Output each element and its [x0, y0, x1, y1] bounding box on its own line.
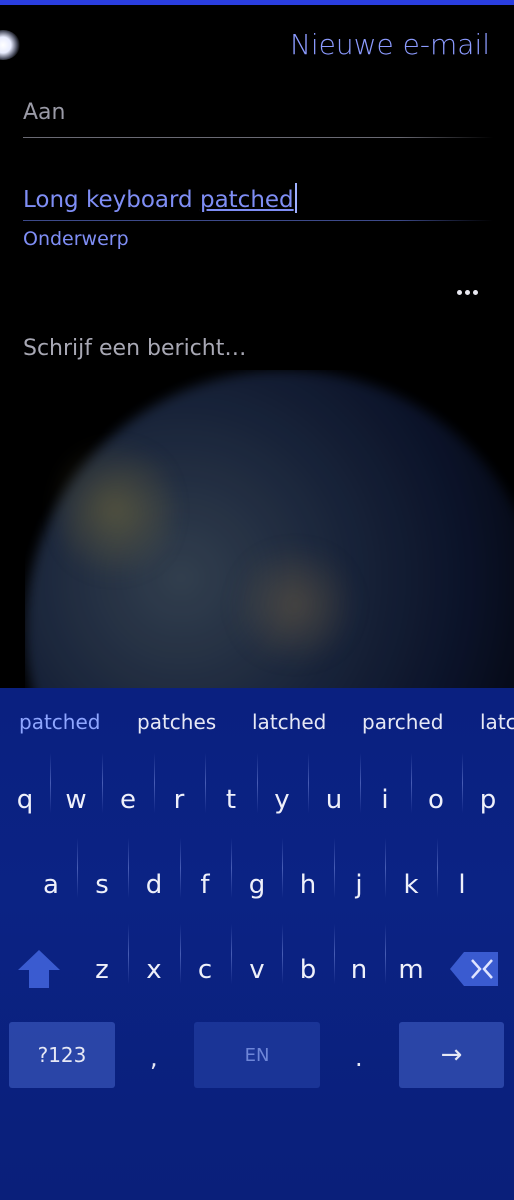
- key-n[interactable]: n: [339, 955, 379, 985]
- key-x[interactable]: x: [134, 955, 174, 985]
- key-p[interactable]: p: [468, 785, 508, 815]
- key-d[interactable]: d: [134, 870, 174, 900]
- key-g[interactable]: g: [237, 870, 277, 900]
- more-options-icon[interactable]: [455, 282, 481, 302]
- subject-field[interactable]: Long keyboard patched: [23, 183, 297, 213]
- key-j[interactable]: j: [339, 870, 379, 900]
- key-v[interactable]: v: [237, 955, 277, 985]
- virtual-keyboard: patched patches latched parched latc q w…: [0, 688, 514, 1200]
- key-i[interactable]: i: [365, 785, 405, 815]
- comma-key[interactable]: ,: [150, 1044, 158, 1072]
- subject-prefix: Long keyboard: [23, 187, 200, 213]
- subject-field-underline: [23, 220, 493, 221]
- key-h[interactable]: h: [288, 870, 328, 900]
- key-s[interactable]: s: [82, 870, 122, 900]
- message-body-field[interactable]: Schrijf een bericht…: [23, 336, 246, 361]
- key-b[interactable]: b: [288, 955, 328, 985]
- key-a[interactable]: a: [31, 870, 71, 900]
- page-title: Nieuwe e-mail: [289, 28, 490, 61]
- period-key[interactable]: .: [355, 1044, 363, 1072]
- space-key[interactable]: EN: [194, 1022, 320, 1088]
- text-cursor: [294, 183, 297, 213]
- status-bar-accent: [0, 0, 514, 5]
- symbols-key[interactable]: ?123: [9, 1022, 115, 1088]
- key-y[interactable]: y: [262, 785, 302, 815]
- suggestion-4[interactable]: parched: [362, 710, 443, 734]
- suggestion-bar: patched patches latched parched latc: [0, 688, 514, 756]
- key-q[interactable]: q: [5, 785, 45, 815]
- suggestion-5[interactable]: latc: [480, 710, 514, 734]
- key-t[interactable]: t: [211, 785, 251, 815]
- key-u[interactable]: u: [314, 785, 354, 815]
- to-field-underline: [23, 137, 493, 138]
- key-r[interactable]: r: [159, 785, 199, 815]
- suggestion-3[interactable]: latched: [252, 710, 326, 734]
- pulley-indicator-icon: [0, 30, 20, 60]
- backspace-key-icon[interactable]: [448, 950, 500, 988]
- to-field[interactable]: Aan: [23, 100, 65, 125]
- subject-label: Onderwerp: [23, 228, 129, 250]
- key-m[interactable]: m: [391, 955, 431, 985]
- suggestion-2[interactable]: patches: [137, 710, 216, 734]
- key-o[interactable]: o: [416, 785, 456, 815]
- key-l[interactable]: l: [442, 870, 482, 900]
- key-w[interactable]: w: [56, 785, 96, 815]
- key-f[interactable]: f: [185, 870, 225, 900]
- shift-key-icon[interactable]: [16, 948, 62, 990]
- key-e[interactable]: e: [108, 785, 148, 815]
- background-globe: [25, 370, 514, 690]
- key-z[interactable]: z: [82, 955, 122, 985]
- suggestion-1[interactable]: patched: [19, 710, 100, 734]
- key-k[interactable]: k: [391, 870, 431, 900]
- key-c[interactable]: c: [185, 955, 225, 985]
- enter-key-icon[interactable]: →: [399, 1022, 504, 1088]
- subject-typed-word: patched: [199, 187, 294, 213]
